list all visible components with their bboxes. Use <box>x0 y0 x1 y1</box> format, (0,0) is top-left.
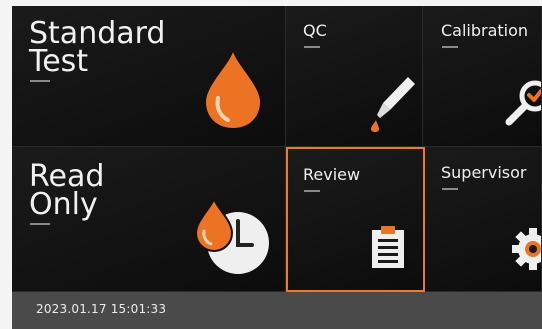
datetime-display: 2023.01.17 15:01:33 <box>36 302 167 316</box>
standard-test-label: Standard Test <box>29 16 166 79</box>
status-bar: 2023.01.17 15:01:33 <box>12 292 542 329</box>
pipette-icon <box>371 77 415 132</box>
review-label: Review <box>303 165 361 184</box>
qc-label: QC <box>303 21 327 40</box>
read-only-tile[interactable]: Read Only <box>12 147 286 292</box>
read-only-label: Read Only <box>29 159 105 222</box>
calibration-label: Calibration <box>441 21 529 40</box>
label-underline <box>442 188 458 190</box>
label-underline <box>30 80 50 82</box>
clipboard-icon <box>372 226 404 268</box>
drop-clock-icon <box>194 197 269 274</box>
main-screen: Standard Test QC Calibration Read Only R… <box>12 6 542 329</box>
label-underline <box>30 223 50 225</box>
magnifier-check-icon <box>505 80 541 126</box>
qc-tile[interactable]: QC <box>286 6 423 147</box>
supervisor-label: Supervisor <box>441 163 527 182</box>
blood-drop-icon <box>206 52 260 128</box>
gear-icon <box>512 228 541 270</box>
label-underline <box>304 46 320 48</box>
calibration-tile[interactable]: Calibration <box>423 6 542 147</box>
standard-test-tile[interactable]: Standard Test <box>12 6 286 147</box>
label-underline <box>442 46 458 48</box>
supervisor-tile[interactable]: Supervisor <box>425 147 542 292</box>
review-tile[interactable]: Review <box>286 147 425 292</box>
label-underline <box>304 190 320 192</box>
